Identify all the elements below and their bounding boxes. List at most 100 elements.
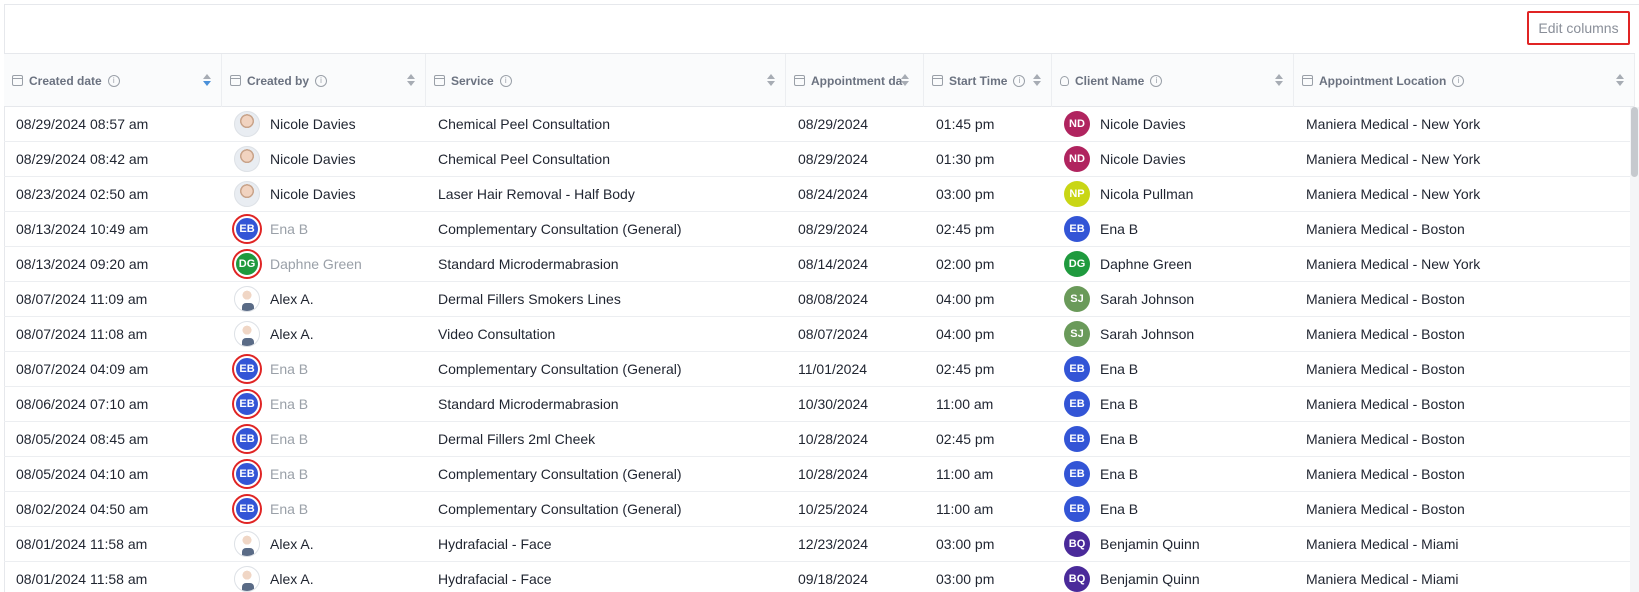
client-name[interactable]: Daphne Green — [1100, 256, 1192, 272]
cell-location: Maniera Medical - Boston — [1306, 326, 1465, 342]
cell-start-time: 04:00 pm — [936, 326, 995, 342]
info-icon[interactable]: i — [315, 74, 328, 87]
client-name[interactable]: Ena B — [1100, 361, 1138, 377]
person-icon — [1060, 75, 1069, 86]
avatar: EB — [234, 356, 260, 382]
client-name[interactable]: Sarah Johnson — [1100, 326, 1194, 342]
sort-icon[interactable] — [1616, 74, 1624, 88]
cell-location: Maniera Medical - Miami — [1306, 536, 1459, 552]
column-header-label: Created by — [247, 73, 310, 88]
cell-appointment-date: 08/07/2024 — [798, 326, 869, 342]
cell-service: Video Consultation — [438, 326, 556, 342]
creator-name: Daphne Green — [270, 256, 362, 272]
avatar: EB — [234, 391, 260, 417]
sort-icon[interactable] — [1033, 74, 1041, 88]
cell-start-time: 02:00 pm — [936, 256, 995, 272]
sort-icon[interactable] — [203, 74, 211, 88]
client-name[interactable]: Nicole Davies — [1100, 116, 1186, 132]
cell-created-by: EB Ena B — [222, 387, 426, 421]
client-avatar: DG — [1064, 251, 1090, 277]
table-row[interactable]: 08/05/2024 08:45 am EB Ena B Dermal Fillers… — [4, 422, 1635, 457]
column-header-created-date[interactable]: Created date i — [4, 54, 222, 107]
cell-start-time: 01:30 pm — [936, 151, 995, 167]
scrollbar-thumb[interactable] — [1631, 107, 1638, 177]
column-header-label: Created date — [29, 73, 102, 88]
avatar — [234, 321, 260, 347]
avatar — [234, 111, 260, 137]
calendar-icon — [1302, 75, 1313, 86]
info-icon[interactable]: i — [1150, 74, 1163, 87]
info-icon[interactable]: i — [107, 74, 120, 87]
cell-created-by: DG Daphne Green — [222, 247, 426, 281]
table-row[interactable]: 08/13/2024 10:49 am EB Ena B Complementary … — [4, 212, 1635, 247]
client-avatar: EB — [1064, 426, 1090, 452]
cell-client-name: NP Nicola Pullman — [1052, 177, 1294, 211]
cell-created-date: 08/02/2024 04:50 am — [16, 501, 149, 517]
cell-created-by: Alex A. — [222, 282, 426, 316]
cell-start-time: 02:45 pm — [936, 221, 995, 237]
table-row[interactable]: 08/01/2024 11:58 am Alex A. Hydrafacial - … — [4, 562, 1635, 592]
column-header-appointment-date[interactable]: Appointment da — [786, 54, 924, 107]
client-name[interactable]: Ena B — [1100, 501, 1138, 517]
client-name[interactable]: Ena B — [1100, 431, 1138, 447]
column-header-location[interactable]: Appointment Location i — [1294, 54, 1635, 107]
table-row[interactable]: 08/02/2024 04:50 am EB Ena B Complementary … — [4, 492, 1635, 527]
client-name[interactable]: Ena B — [1100, 466, 1138, 482]
client-name[interactable]: Sarah Johnson — [1100, 291, 1194, 307]
cell-client-name: EB Ena B — [1052, 352, 1294, 386]
cell-created-by: Alex A. — [222, 317, 426, 351]
cell-created-date: 08/23/2024 02:50 am — [16, 186, 149, 202]
table-row[interactable]: 08/07/2024 11:08 am Alex A. Video Consulta… — [4, 317, 1635, 352]
cell-service: Hydrafacial - Face — [438, 536, 552, 552]
client-name[interactable]: Nicole Davies — [1100, 151, 1186, 167]
table-row[interactable]: 08/06/2024 07:10 am EB Ena B Standard Micro… — [4, 387, 1635, 422]
client-name[interactable]: Ena B — [1100, 221, 1138, 237]
table-row[interactable]: 08/29/2024 08:57 am Nicole Davies Chemical… — [4, 107, 1635, 142]
cell-start-time: 03:00 pm — [936, 186, 995, 202]
column-header-client-name[interactable]: Client Name i — [1052, 54, 1294, 107]
client-name[interactable]: Benjamin Quinn — [1100, 536, 1200, 552]
vertical-scrollbar[interactable] — [1630, 107, 1639, 592]
table-row[interactable]: 08/29/2024 08:42 am Nicole Davies Chemical… — [4, 142, 1635, 177]
table-row[interactable]: 08/23/2024 02:50 am Nicole Davies Laser Ha… — [4, 177, 1635, 212]
avatar: EB — [234, 426, 260, 452]
cell-location: Maniera Medical - Boston — [1306, 396, 1465, 412]
client-name[interactable]: Benjamin Quinn — [1100, 571, 1200, 587]
calendar-icon — [434, 75, 445, 86]
info-icon[interactable]: i — [499, 74, 512, 87]
table-row[interactable]: 08/13/2024 09:20 am DG Daphne Green Standar… — [4, 247, 1635, 282]
edit-columns-button[interactable]: Edit columns — [1527, 11, 1630, 45]
client-avatar: EB — [1064, 356, 1090, 382]
calendar-icon — [932, 75, 943, 86]
column-header-created-by[interactable]: Created by i — [222, 54, 426, 107]
cell-location: Maniera Medical - New York — [1306, 256, 1481, 272]
table-row[interactable]: 08/07/2024 11:09 am Alex A. Dermal Fillers… — [4, 282, 1635, 317]
info-icon[interactable]: i — [1013, 74, 1026, 87]
info-icon[interactable]: i — [1452, 74, 1465, 87]
cell-created-by: EB Ena B — [222, 212, 426, 246]
cell-location: Maniera Medical - New York — [1306, 116, 1481, 132]
cell-client-name: BQ Benjamin Quinn — [1052, 527, 1294, 561]
cell-created-by: Nicole Davies — [222, 107, 426, 141]
sort-icon[interactable] — [767, 74, 775, 88]
table-body: 08/29/2024 08:57 am Nicole Davies Chemical… — [4, 107, 1635, 592]
sort-icon[interactable] — [901, 74, 909, 88]
table-row[interactable]: 08/05/2024 04:10 am EB Ena B Complementary … — [4, 457, 1635, 492]
table-row[interactable]: 08/01/2024 11:58 am Alex A. Hydrafacial - … — [4, 527, 1635, 562]
cell-service: Hydrafacial - Face — [438, 571, 552, 587]
column-header-label: Appointment da — [811, 73, 903, 88]
column-header-start-time[interactable]: Start Time i — [924, 54, 1052, 107]
cell-client-name: BQ Benjamin Quinn — [1052, 562, 1294, 592]
cell-appointment-date: 12/23/2024 — [798, 536, 869, 552]
cell-service: Chemical Peel Consultation — [438, 116, 610, 132]
sort-icon[interactable] — [407, 74, 415, 88]
column-header-service[interactable]: Service i — [426, 54, 786, 107]
cell-service: Laser Hair Removal - Half Body — [438, 186, 635, 202]
cell-start-time: 01:45 pm — [936, 116, 995, 132]
creator-name: Ena B — [270, 396, 309, 412]
sort-icon[interactable] — [1275, 74, 1283, 88]
client-name[interactable]: Nicola Pullman — [1100, 186, 1193, 202]
table-row[interactable]: 08/07/2024 04:09 am EB Ena B Complementary … — [4, 352, 1635, 387]
client-name[interactable]: Ena B — [1100, 396, 1138, 412]
cell-created-date: 08/01/2024 11:58 am — [16, 536, 148, 552]
